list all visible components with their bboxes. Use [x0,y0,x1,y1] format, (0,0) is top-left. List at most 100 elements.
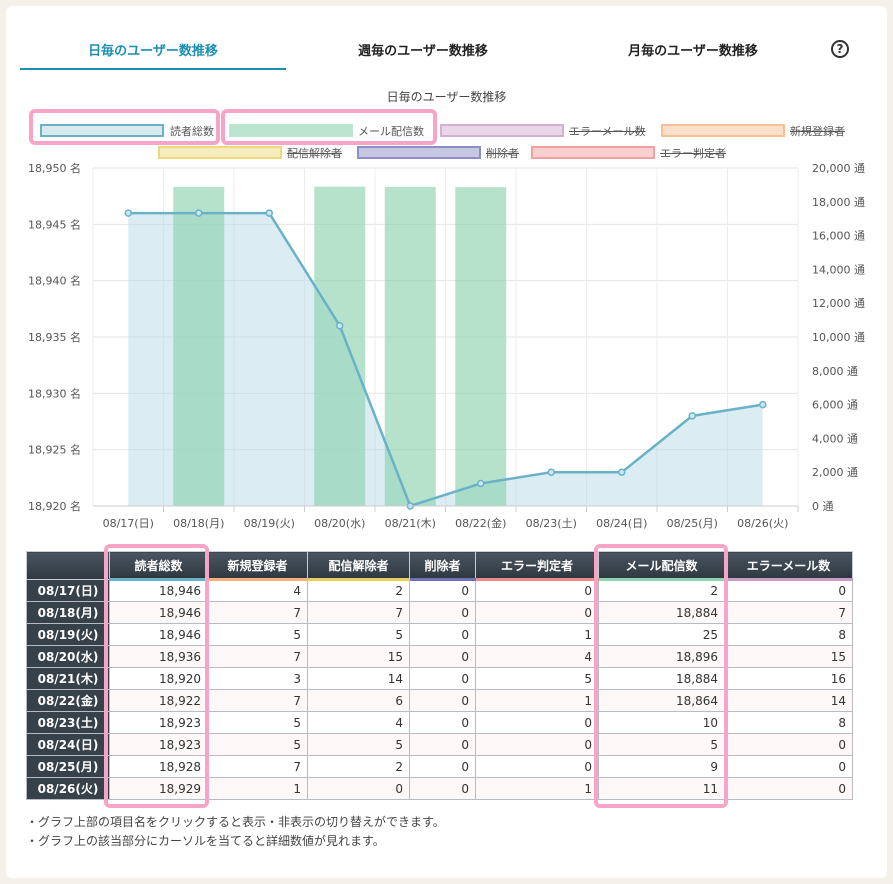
legend-highlight-readers [29,109,220,145]
table-cell: 0 [409,601,476,624]
table-header: 配信解除者 [307,551,410,581]
x-axis-tick: 08/24(日) [596,517,647,530]
table-cell: 5 [207,711,308,734]
table-cell: 0 [475,733,599,756]
x-axis-tick: 08/20(水) [314,517,365,530]
table-cell: 0 [724,733,853,756]
table-header: エラー判定者 [475,551,599,581]
left-axis-tick: 18,950 名 [28,161,81,175]
table-cell: 1 [475,777,599,800]
table-highlight-delivery [594,544,728,808]
x-axis-tick: 08/17(日) [103,517,154,530]
readers-point [195,209,203,217]
table-cell: 7 [207,755,308,778]
table-cell: 15 [307,645,410,668]
delivery-bar [455,187,507,506]
row-date: 08/24(日) [26,733,110,756]
table-cell: 7 [207,601,308,624]
x-axis-tick: 08/25(月) [667,517,718,530]
row-date: 08/18(月) [26,601,110,624]
right-axis-tick: 18,000 通 [812,196,865,209]
x-axis-tick: 08/22(金) [455,516,506,530]
readers-point [618,468,626,476]
table-cell: 7 [724,601,853,624]
table-cell: 6 [307,689,410,712]
right-axis-tick: 0 通 [812,500,834,513]
corner-cell [26,551,110,580]
delivery-bar [314,186,366,506]
left-axis-tick: 18,925 名 [28,443,81,457]
table-cell: 5 [475,667,599,690]
table-cell: 0 [409,777,476,800]
table-cell: 7 [307,601,410,624]
delivery-bar [173,186,225,506]
table-cell: 2 [307,755,410,778]
x-axis-tick: 08/18(月) [173,517,224,530]
readers-point [477,479,485,488]
table-cell: 14 [307,667,410,690]
table-cell: 2 [307,579,410,602]
readers-point [336,321,344,330]
row-date: 08/17(日) [26,579,110,602]
note-line: ・グラフ上の該当部分にカーソルを当てると詳細数値が見れます。 [26,834,385,848]
table-cell: 0 [475,755,599,778]
left-axis-tick: 18,940 名 [28,274,81,288]
table-cell: 8 [724,711,853,734]
table-cell: 16 [724,667,853,690]
right-axis-tick: 6,000 通 [812,399,858,412]
row-date: 08/19(火) [26,623,110,646]
right-axis-tick: 10,000 通 [812,331,865,344]
table-cell: 7 [207,689,308,712]
table-cell: 0 [409,623,476,646]
left-axis-tick: 18,945 名 [28,217,81,231]
x-axis-tick: 08/21(木) [385,517,436,530]
table-cell: 15 [724,645,853,668]
chart-notes: ・グラフ上部の項目名をクリックすると表示・非表示の切り替えができます。 ・グラフ… [26,813,445,851]
table-cell: 0 [475,579,599,602]
note-line: ・グラフ上部の項目名をクリックすると表示・非表示の切り替えができます。 [26,815,445,829]
table-cell: 0 [724,755,853,778]
table-cell: 5 [207,623,308,646]
table-highlight-readers [104,544,209,808]
left-axis-tick: 18,920 名 [28,499,81,513]
x-axis-tick: 08/26(火) [737,517,788,530]
right-axis-tick: 14,000 通 [812,263,865,276]
table-cell: 0 [724,579,853,602]
table-header: エラーメール数 [724,551,853,581]
right-axis-tick: 2,000 通 [812,466,858,479]
daily-user-chart: 18,920 名 18,925 名 18,930 名 18,935 名 18,940 名… [28,161,865,530]
readers-point [124,209,132,217]
table-cell: 0 [409,689,476,712]
legend-highlight-delivery [221,109,437,145]
table-cell: 1 [475,623,599,646]
table-cell: 14 [724,689,853,712]
table-header: 新規登録者 [207,551,308,581]
table-cell: 3 [207,667,308,690]
table-cell: 0 [307,777,410,800]
row-date: 08/20(水) [26,645,110,668]
table-cell: 0 [409,579,476,602]
table-header: 削除者 [409,551,476,581]
table-cell: 7 [207,645,308,668]
table-cell: 0 [409,711,476,734]
table-cell: 0 [409,667,476,690]
table-cell: 1 [475,689,599,712]
readers-point [265,209,273,217]
table-cell: 0 [475,711,599,734]
table-cell: 0 [409,755,476,778]
right-axis-tick: 12,000 通 [812,297,865,310]
right-axis-tick: 8,000 通 [812,365,858,378]
right-axis-tick: 16,000 通 [812,230,865,243]
table-cell: 5 [307,623,410,646]
row-date: 08/26(火) [26,777,110,800]
readers-point [688,412,696,420]
left-axis-tick: 18,930 名 [28,386,81,400]
table-cell: 4 [307,711,410,734]
readers-point [547,468,555,476]
row-date: 08/23(土) [26,711,110,734]
row-date: 08/22(金) [26,689,110,712]
table-cell: 4 [475,645,599,668]
row-date: 08/21(木) [26,667,110,690]
left-axis-tick: 18,935 名 [28,330,81,344]
table-cell: 0 [724,777,853,800]
